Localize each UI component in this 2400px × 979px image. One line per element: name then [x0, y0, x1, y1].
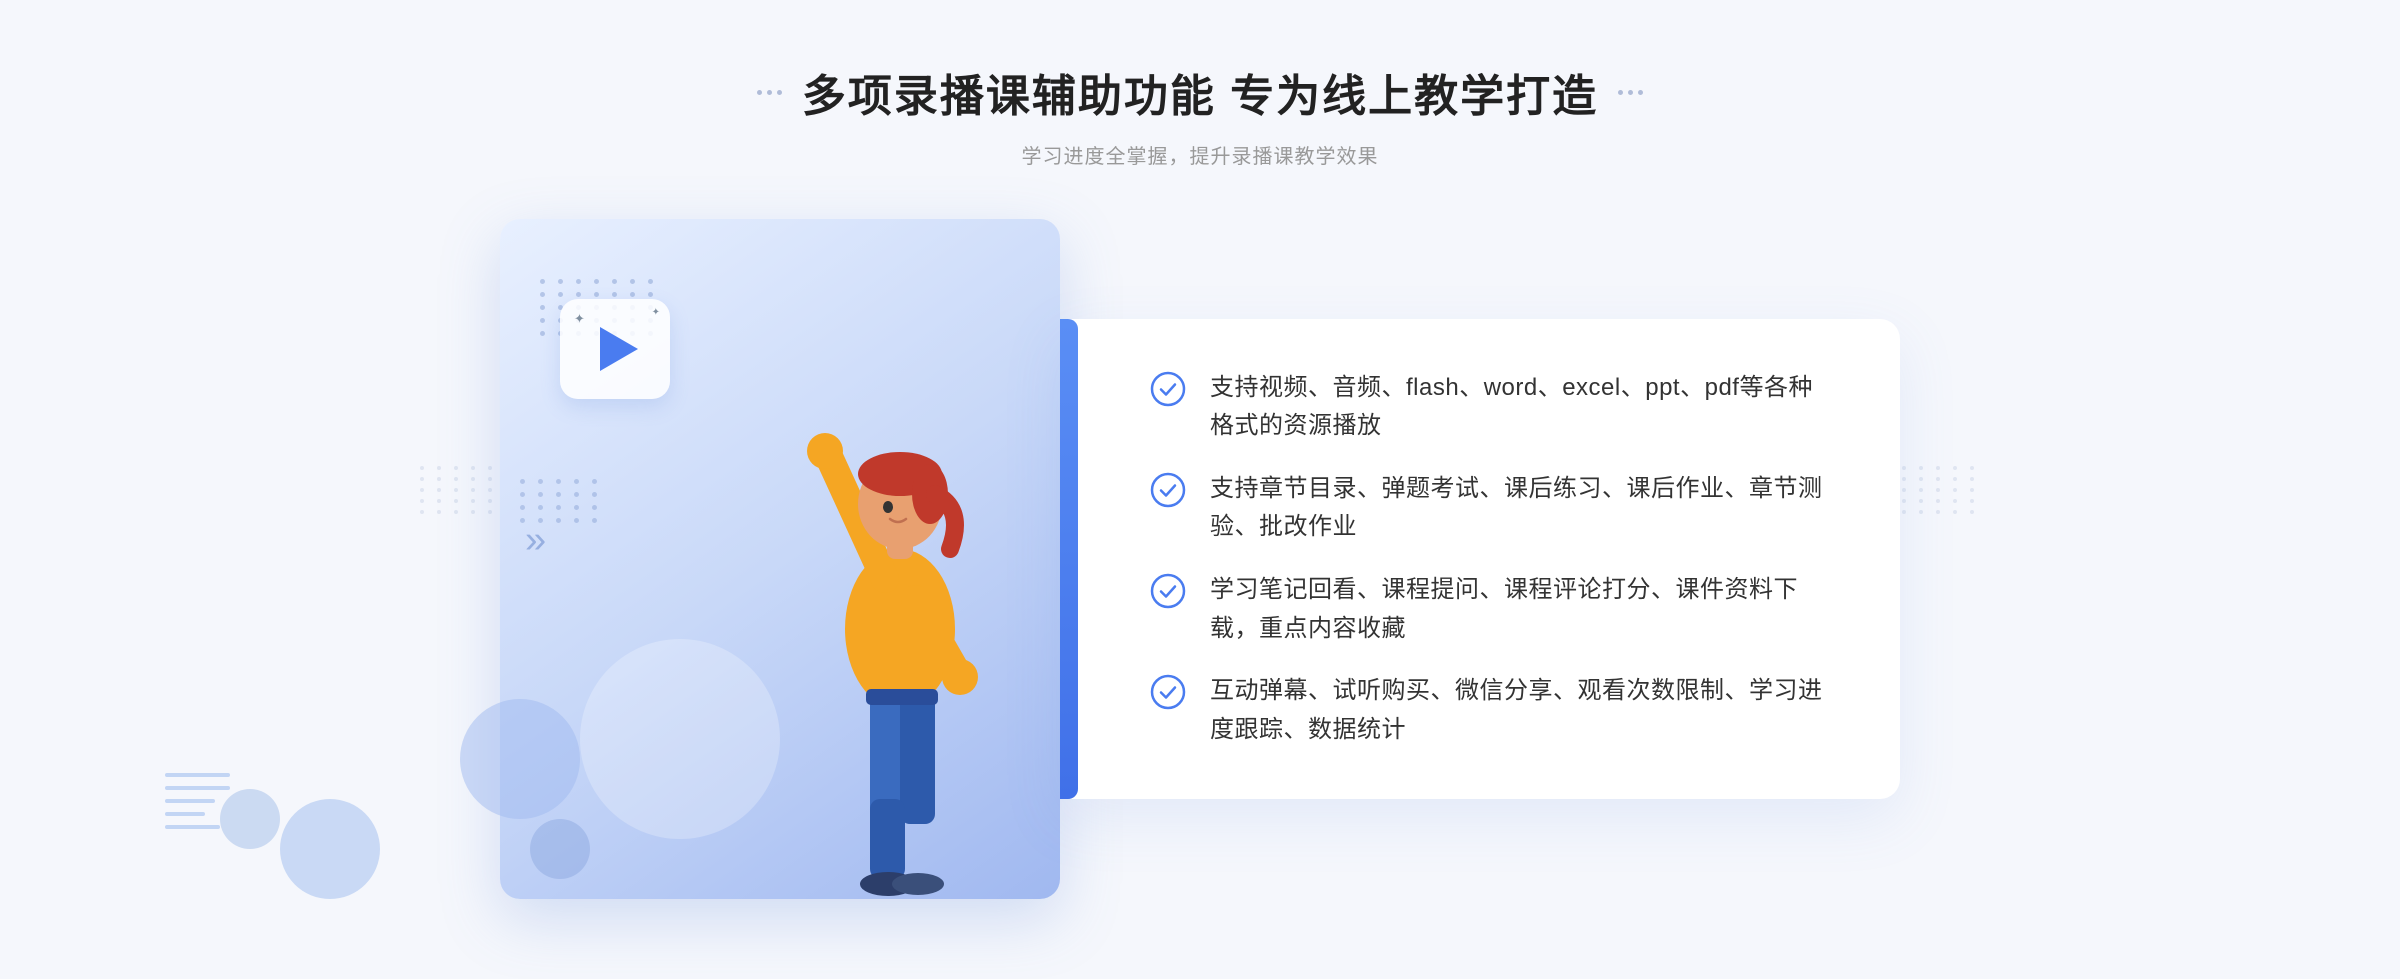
- header-section: 多项录播课辅助功能 专为线上教学打造 学习进度全掌握，提升录播课教学效果: [757, 60, 1643, 169]
- illus-circle-1: [460, 699, 580, 819]
- check-icon-3: [1150, 573, 1186, 609]
- feature-text-3: 学习笔记回看、课程提问、课程评论打分、课件资料下载，重点内容收藏: [1210, 571, 1830, 648]
- main-title: 多项录播课辅助功能 专为线上教学打造: [802, 60, 1598, 124]
- spark-right-icon: ✦: [652, 307, 660, 318]
- check-icon-1: [1150, 371, 1186, 407]
- deco-circle-bottom-left: [280, 799, 380, 899]
- title-deco-right: [1618, 90, 1643, 95]
- feature-item-1: 支持视频、音频、flash、word、excel、ppt、pdf等各种格式的资源…: [1150, 369, 1830, 446]
- feature-text-2: 支持章节目录、弹题考试、课后练习、课后作业、章节测验、批改作业: [1210, 470, 1830, 547]
- feature-text-4: 互动弹幕、试听购买、微信分享、观看次数限制、学习进度跟踪、数据统计: [1210, 672, 1830, 749]
- illus-circle-2: [530, 819, 590, 879]
- deco-stripes: [165, 773, 230, 829]
- content-area: » » ✦ ✦: [500, 219, 1900, 899]
- feature-item-2: 支持章节目录、弹题考试、课后练习、课后作业、章节测验、批改作业: [1150, 470, 1830, 547]
- person-illustration: [770, 339, 1030, 899]
- title-row: 多项录播课辅助功能 专为线上教学打造: [757, 60, 1643, 124]
- feature-text-1: 支持视频、音频、flash、word、excel、ppt、pdf等各种格式的资源…: [1210, 369, 1830, 446]
- check-icon-4: [1150, 674, 1186, 710]
- spark-left-icon: ✦: [574, 311, 585, 327]
- subtitle: 学习进度全掌握，提升录播课教学效果: [757, 140, 1643, 169]
- page-container: 多项录播课辅助功能 专为线上教学打造 学习进度全掌握，提升录播课教学效果 »: [0, 0, 2400, 979]
- illus-chevron-icon: »: [525, 519, 546, 562]
- feature-item-3: 学习笔记回看、课程提问、课程评论打分、课件资料下载，重点内容收藏: [1150, 571, 1830, 648]
- check-icon-2: [1150, 472, 1186, 508]
- play-bubble: ✦ ✦: [560, 299, 670, 399]
- features-card: 支持视频、音频、flash、word、excel、ppt、pdf等各种格式的资源…: [1060, 319, 1900, 799]
- feature-item-4: 互动弹幕、试听购买、微信分享、观看次数限制、学习进度跟踪、数据统计: [1150, 672, 1830, 749]
- title-deco-left: [757, 90, 782, 95]
- play-icon: [600, 327, 638, 371]
- blue-accent-bar: [1060, 319, 1078, 799]
- illustration-card: » ✦ ✦: [500, 219, 1060, 899]
- illus-light-circle: [580, 639, 780, 839]
